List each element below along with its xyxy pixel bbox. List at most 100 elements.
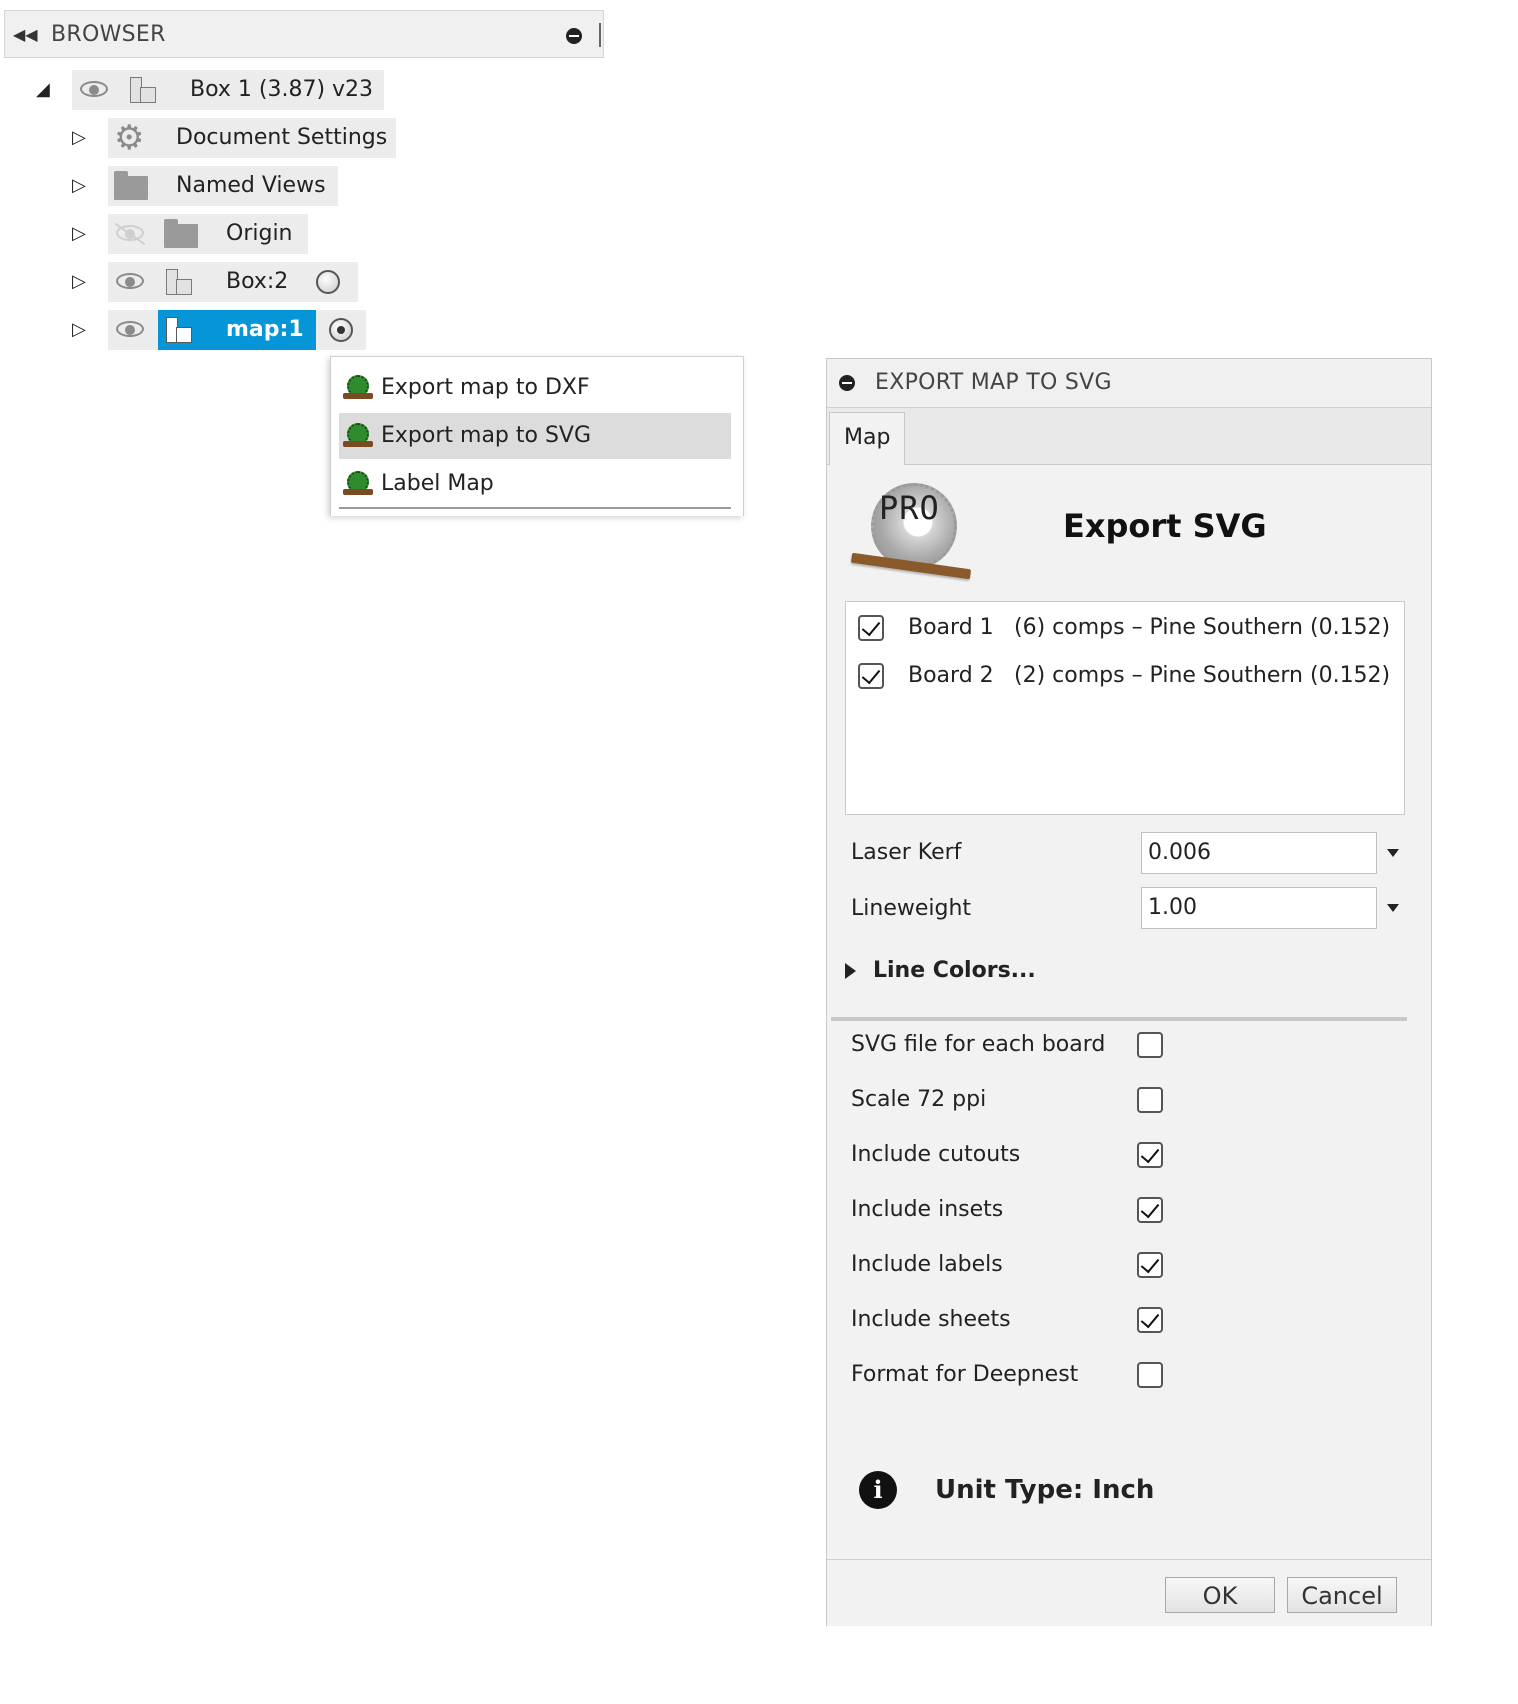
component-icon: [128, 75, 158, 105]
cancel-button[interactable]: Cancel: [1287, 1577, 1397, 1613]
deepnest-checkbox[interactable]: [1137, 1362, 1163, 1388]
visibility-eye-icon[interactable]: [116, 321, 146, 339]
board-name: Board 1: [908, 615, 994, 640]
tree-chip-map1-eye[interactable]: [108, 310, 158, 350]
tree-label-origin: Origin: [226, 221, 293, 246]
list-item-board-1[interactable]: Board 1 (6) comps – Pine Southern (0.152): [858, 608, 1398, 648]
info-icon: i: [859, 1471, 897, 1509]
menu-separator: [339, 507, 731, 509]
menu-item-label: Label Map: [381, 471, 494, 496]
expand-arrow-icon[interactable]: ▷: [72, 118, 86, 158]
option-include-cutouts-label: Include cutouts: [851, 1142, 1021, 1167]
component-icon: [164, 315, 194, 345]
panel-grip[interactable]: [599, 23, 601, 47]
chevron-down-icon[interactable]: [1387, 849, 1399, 857]
board-list: Board 1 (6) comps – Pine Southern (0.152)…: [845, 601, 1405, 815]
collapse-arrow-icon[interactable]: ◢: [36, 70, 50, 110]
include-sheets-checkbox[interactable]: [1137, 1307, 1163, 1333]
tree-label-map1: map:1: [226, 317, 304, 342]
ok-button[interactable]: OK: [1165, 1577, 1275, 1613]
dialog-heading: Export SVG: [1063, 507, 1267, 545]
context-menu: Export map to DXF Export map to SVG Labe…: [330, 356, 744, 516]
expand-arrow-icon[interactable]: ▷: [72, 214, 86, 254]
expand-arrow-icon[interactable]: ▷: [72, 262, 86, 302]
svg-each-board-checkbox[interactable]: [1137, 1032, 1163, 1058]
tree-chip-map1-selected[interactable]: map:1: [158, 310, 316, 350]
tree-chip-origin[interactable]: Origin: [108, 214, 308, 254]
include-labels-checkbox[interactable]: [1137, 1252, 1163, 1278]
pro-saw-logo: PRO: [849, 481, 973, 581]
menu-item-label: Export map to SVG: [381, 423, 592, 448]
tree-row-named-views[interactable]: ▷ Named Views: [0, 166, 420, 206]
export-svg-dialog: EXPORT MAP TO SVG Map PRO Export SVG Boa…: [826, 358, 1432, 1626]
lineweight-label: Lineweight: [851, 896, 972, 921]
tree-row-document-settings[interactable]: ▷ ⚙ Document Settings: [0, 118, 420, 158]
option-scale-72-label: Scale 72 ppi: [851, 1087, 987, 1112]
board-1-checkbox[interactable]: [858, 615, 884, 641]
option-include-labels-label: Include labels: [851, 1252, 1003, 1277]
expand-arrow-icon[interactable]: ▷: [72, 310, 86, 350]
expand-triangle-icon[interactable]: [845, 963, 856, 979]
tree-chip-root[interactable]: Box 1 (3.87) v23: [72, 70, 384, 110]
expand-arrow-icon[interactable]: ▷: [72, 166, 86, 206]
gear-icon: ⚙: [114, 118, 145, 158]
section-divider: [831, 1017, 1407, 1021]
laser-kerf-label: Laser Kerf: [851, 840, 962, 865]
logo-pro-text: PRO: [879, 489, 940, 527]
browser-title: BROWSER: [51, 22, 166, 47]
tree-row-map1[interactable]: ▷ map:1: [0, 310, 420, 350]
dialog-footer: OK Cancel: [827, 1559, 1431, 1626]
board-desc: (6) comps – Pine Southern (0.152): [1014, 615, 1391, 640]
tree-chip-named-views[interactable]: Named Views: [108, 166, 338, 206]
saw-addin-icon: [343, 471, 375, 497]
tree-row-origin[interactable]: ▷ Origin: [0, 214, 420, 254]
laser-kerf-dropdown[interactable]: 0.006: [1141, 832, 1377, 874]
menu-item-label-map[interactable]: Label Map: [339, 461, 731, 507]
tab-bar: Map: [827, 408, 1431, 465]
tree-row-root[interactable]: ◢ Box 1 (3.87) v23: [0, 70, 420, 110]
option-svg-each-board-label: SVG file for each board: [851, 1032, 1106, 1057]
folder-icon: [114, 171, 148, 200]
folder-icon: [164, 219, 198, 248]
tree-label-named-views: Named Views: [176, 173, 326, 198]
active-radio-icon[interactable]: [329, 318, 353, 342]
tree-label-root: Box 1 (3.87) v23: [190, 77, 374, 102]
scale-72-checkbox[interactable]: [1137, 1087, 1163, 1113]
tree-chip-document-settings[interactable]: ⚙ Document Settings: [108, 118, 396, 158]
tree-label-document-settings: Document Settings: [176, 125, 388, 150]
tree-label-box2: Box:2: [226, 269, 289, 294]
menu-item-label: Export map to DXF: [381, 375, 590, 400]
saw-addin-icon: [343, 423, 375, 449]
option-deepnest-label: Format for Deepnest: [851, 1362, 1079, 1387]
list-item-board-2[interactable]: Board 2 (2) comps – Pine Southern (0.152): [858, 656, 1398, 696]
board-name: Board 2: [908, 663, 994, 688]
board-2-text: Board 2 (2) comps – Pine Southern (0.152): [908, 656, 1390, 696]
component-icon: [164, 267, 194, 297]
option-include-insets-label: Include insets: [851, 1197, 1004, 1222]
chevron-down-icon[interactable]: [1387, 904, 1399, 912]
visibility-eye-icon[interactable]: [116, 273, 146, 291]
lineweight-dropdown[interactable]: 1.00: [1141, 887, 1377, 929]
tree-chip-map1-radio[interactable]: [316, 310, 366, 350]
board-desc: (2) comps – Pine Southern (0.152): [1014, 663, 1391, 688]
board-1-text: Board 1 (6) comps – Pine Southern (0.152): [908, 608, 1390, 648]
pin-icon[interactable]: [839, 375, 855, 391]
menu-item-export-dxf[interactable]: Export map to DXF: [339, 365, 731, 411]
activate-radio-icon[interactable]: [316, 270, 340, 294]
tree-chip-box2[interactable]: Box:2: [108, 262, 358, 302]
tree-row-box2[interactable]: ▷ Box:2: [0, 262, 420, 302]
tab-map[interactable]: Map: [829, 412, 905, 465]
collapse-panel-icon[interactable]: ◀◀: [13, 25, 38, 44]
visibility-eye-icon[interactable]: [80, 81, 110, 99]
browser-header: ◀◀ BROWSER: [4, 10, 604, 58]
menu-item-export-svg[interactable]: Export map to SVG: [339, 413, 731, 459]
include-cutouts-checkbox[interactable]: [1137, 1142, 1163, 1168]
dialog-header[interactable]: EXPORT MAP TO SVG: [827, 359, 1431, 408]
dialog-title: EXPORT MAP TO SVG: [875, 370, 1112, 395]
include-insets-checkbox[interactable]: [1137, 1197, 1163, 1223]
line-colors-label: Line Colors...: [873, 958, 1036, 983]
board-2-checkbox[interactable]: [858, 663, 884, 689]
pin-icon[interactable]: [566, 28, 582, 44]
unit-type-text: Unit Type: Inch: [935, 1475, 1155, 1505]
option-include-sheets-label: Include sheets: [851, 1307, 1011, 1332]
